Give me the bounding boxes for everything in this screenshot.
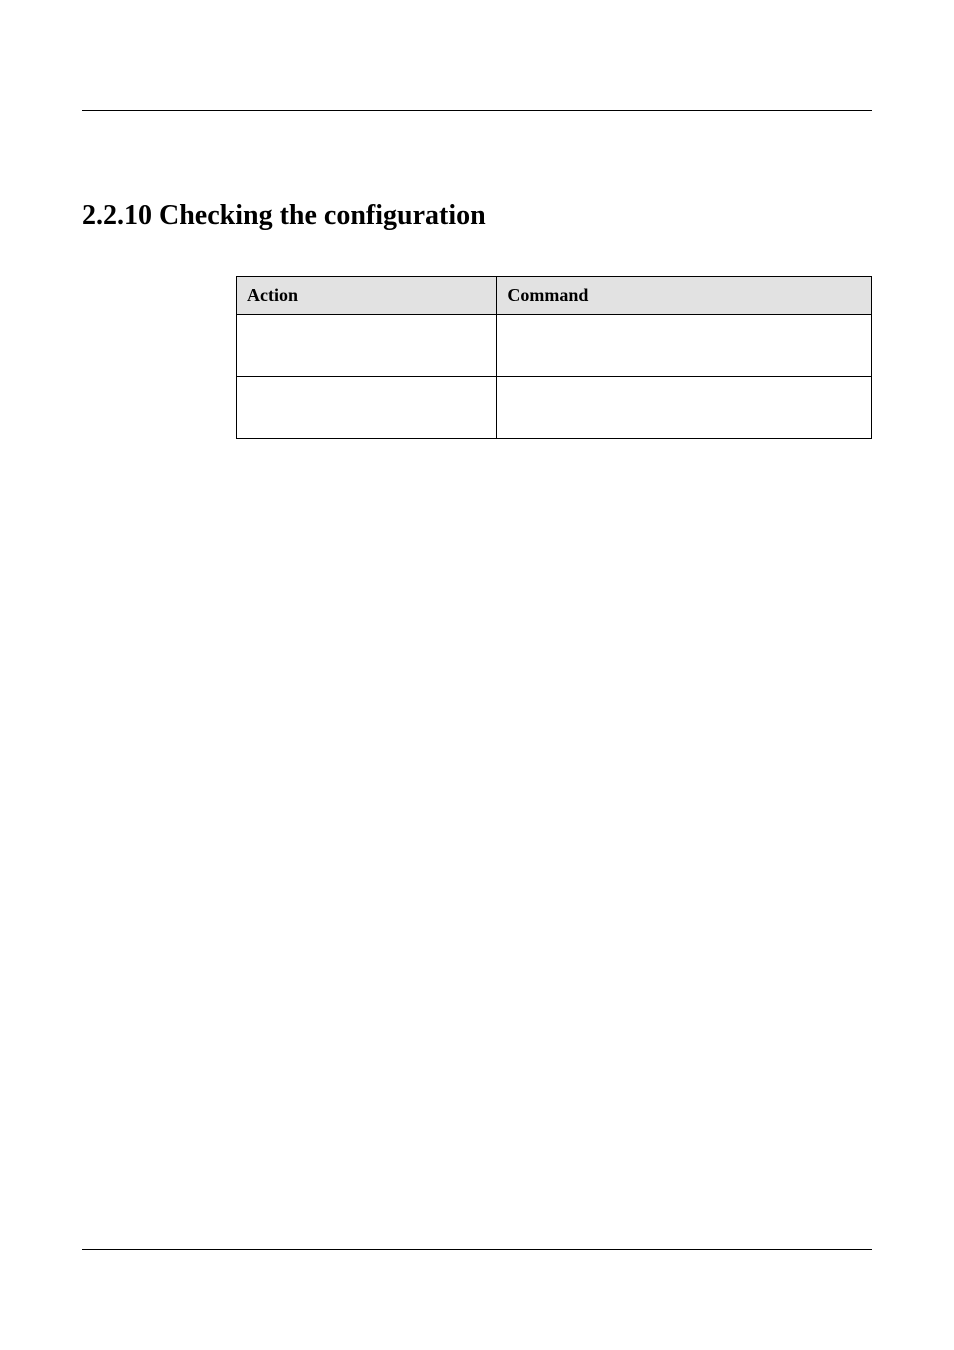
table-cell-command [497,377,872,439]
table-row [237,315,872,377]
bottom-rule [82,1249,872,1250]
table-row [237,377,872,439]
config-table: Action Command [236,276,872,439]
table-header-command: Command [497,277,872,315]
table-cell-action [237,377,497,439]
config-table-wrap: Action Command [236,276,872,439]
section-heading: 2.2.10 Checking the configuration [82,200,872,232]
table-cell-action [237,315,497,377]
page: 2.2.10 Checking the configuration Action… [0,0,954,1350]
top-rule [82,110,872,111]
table-header-action: Action [237,277,497,315]
table-cell-command [497,315,872,377]
